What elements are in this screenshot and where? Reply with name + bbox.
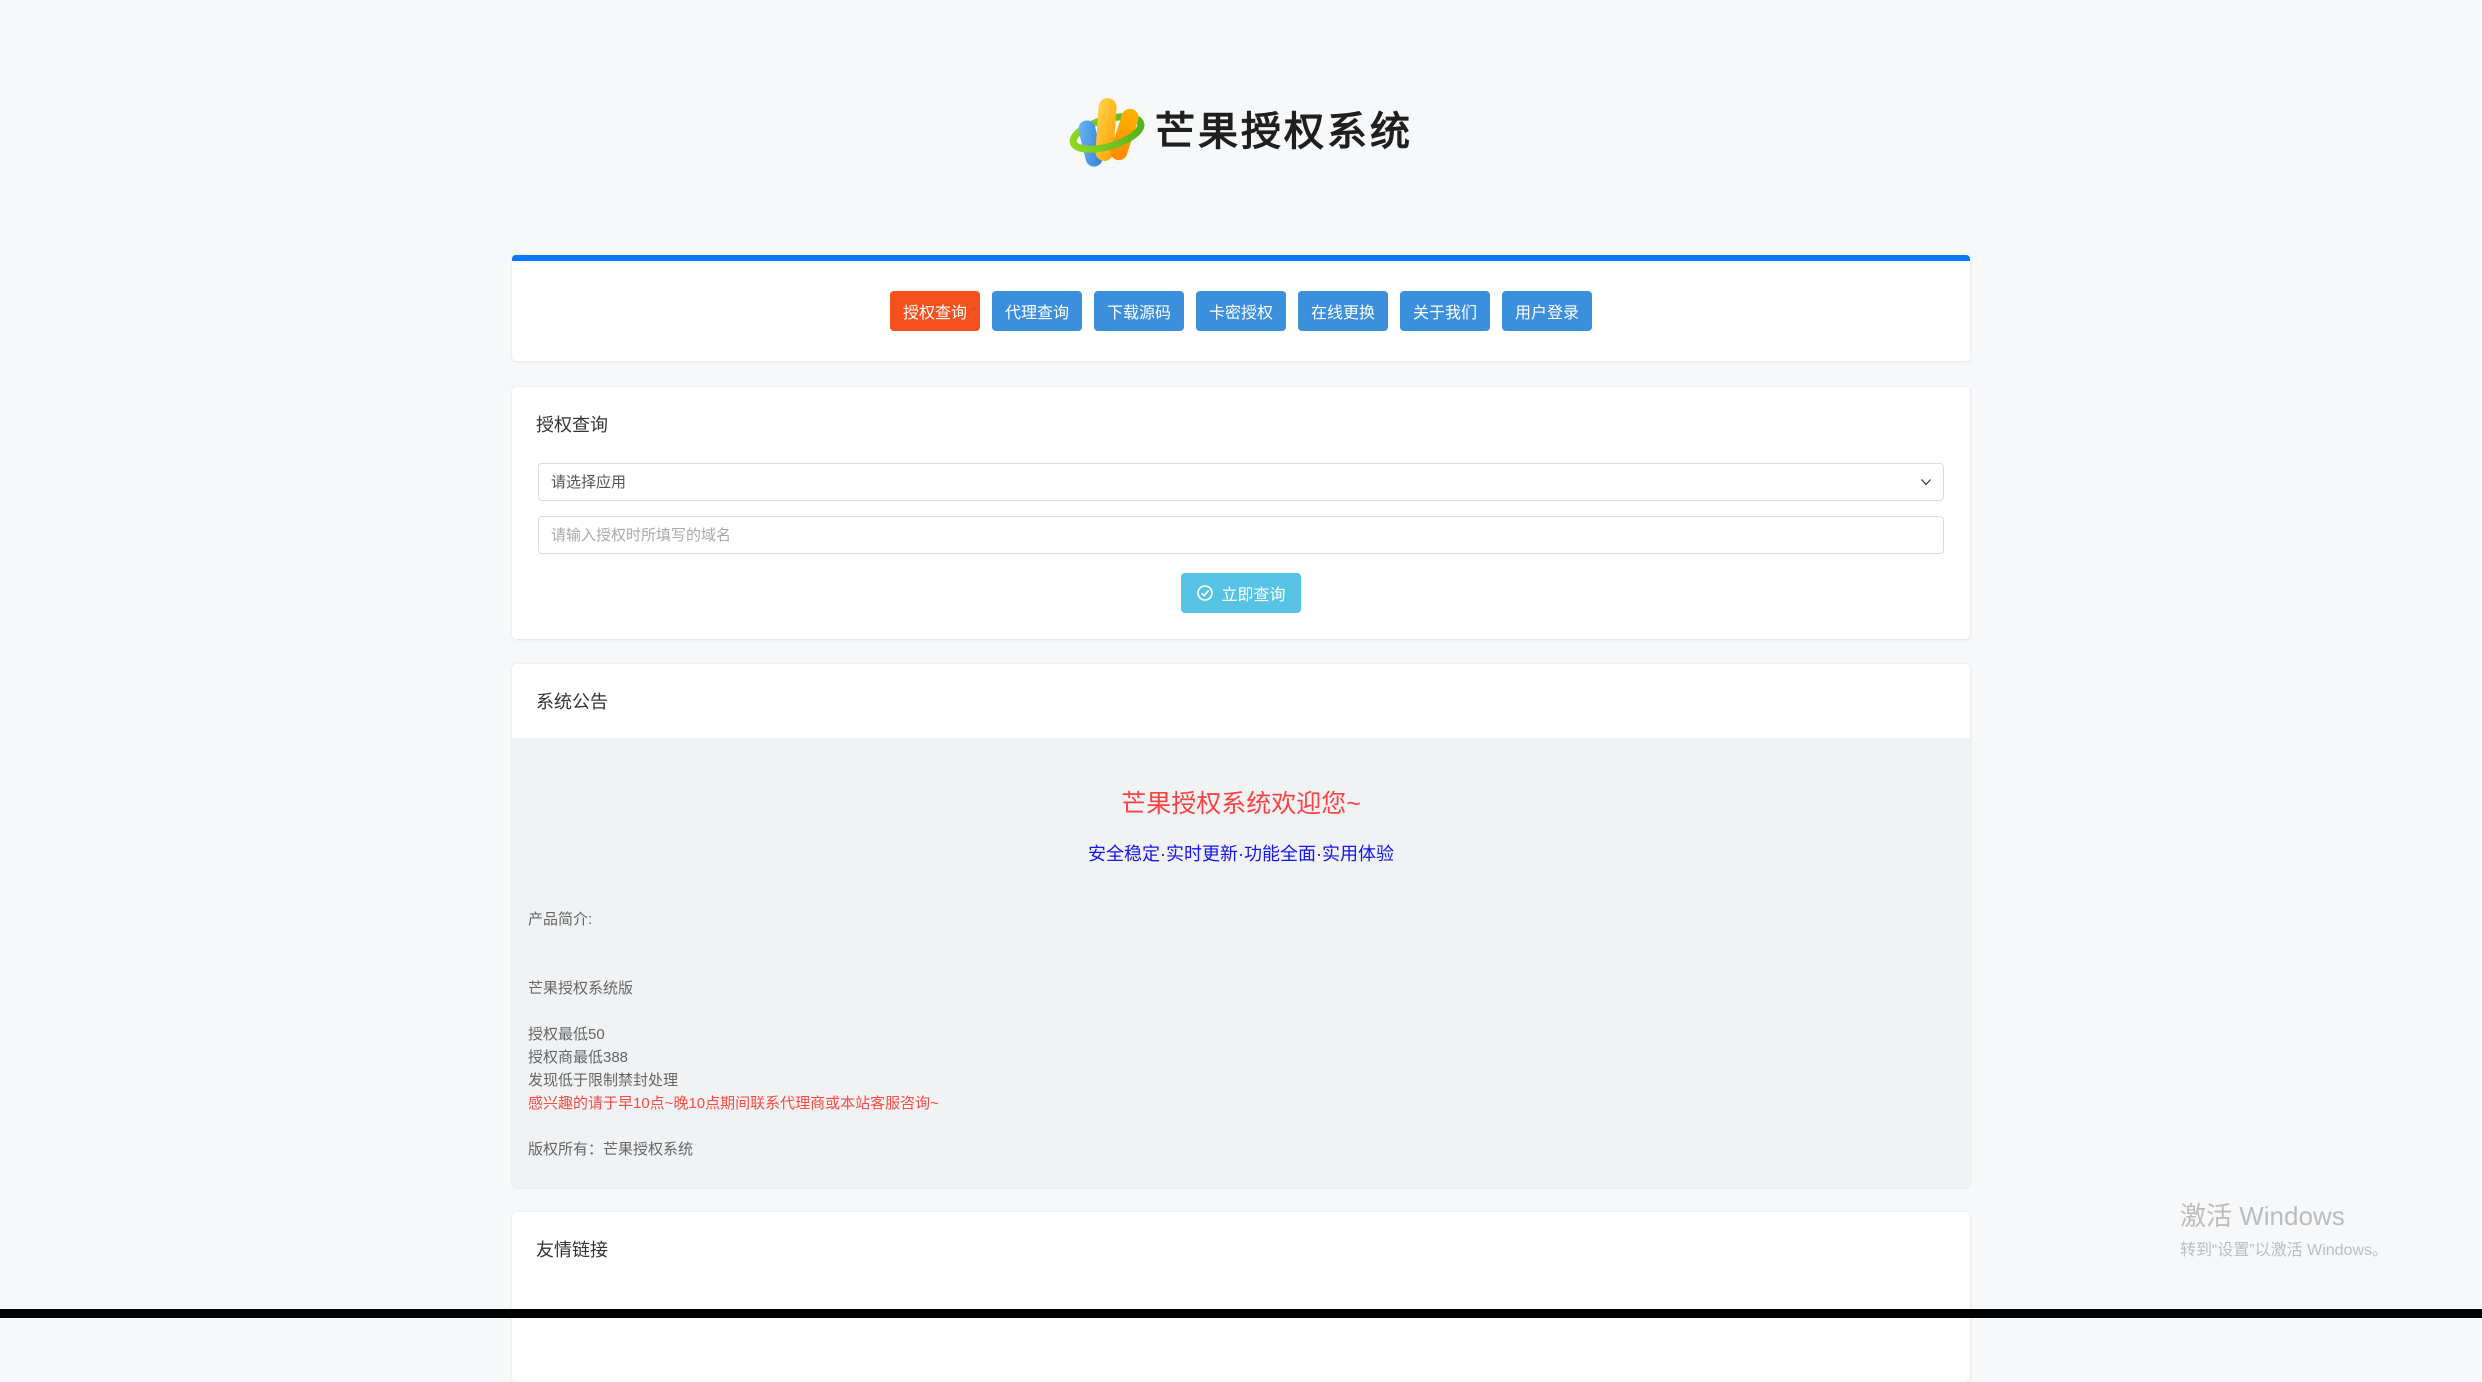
announcement-subtitle-text: 安全稳定·实时更新·功能全面·实用体验 [1088, 844, 1394, 864]
watermark-title: 激活 Windows [2180, 1201, 2345, 1231]
nav-button-authorization-query[interactable]: 授权查询 [889, 291, 980, 331]
check-circle-icon [1197, 585, 1214, 601]
app-select-wrap: 请选择应用 [538, 463, 1944, 501]
announcement-line: 芒果授权系统版 [528, 980, 634, 997]
query-form: 请选择应用 立即查询 [512, 461, 1970, 639]
nav-button-online-change[interactable]: 在线更换 [1298, 291, 1389, 331]
announcement-line-notice: 感兴趣的请于早10点~晚10点期间联系代理商或本站客服咨询~ [528, 1095, 939, 1112]
mango-m-logo-icon [1069, 97, 1145, 167]
query-submit-button[interactable]: 立即查询 [1181, 573, 1301, 613]
nav-button-download-source[interactable]: 下载源码 [1093, 291, 1184, 331]
app-select[interactable]: 请选择应用 [538, 463, 1944, 501]
announcement-card-title: 系统公告 [536, 692, 608, 712]
query-submit-label: 立即查询 [1221, 587, 1286, 604]
authorization-query-card: 授权查询 请选择应用 立即查询 [512, 387, 1970, 639]
system-announcement-card: 系统公告 芒果授权系统欢迎您~ 安全稳定·实时更新·功能全面·实用体验 产品简介… [512, 664, 1970, 1187]
nav-button-user-login[interactable]: 用户登录 [1502, 291, 1593, 331]
nav-button-card-key-auth[interactable]: 卡密授权 [1195, 291, 1286, 331]
windows-activation-watermark: 激活 Windows 转到“设置”以激活 Windows。 [2180, 1200, 2388, 1260]
announcement-line: 授权商最低388 [528, 1049, 629, 1066]
domain-input[interactable] [538, 516, 1944, 554]
announcement-body: 芒果授权系统欢迎您~ 安全稳定·实时更新·功能全面·实用体验 产品简介: 芒果授… [512, 738, 1970, 1187]
site-logo: 芒果授权系统 [1069, 87, 1413, 169]
site-title: 芒果授权系统 [1155, 108, 1413, 154]
announcement-line: 发现低于限制禁封处理 [528, 1072, 679, 1089]
announcement-line [528, 931, 1954, 954]
announcement-line-copyright: 版权所有：芒果授权系统 [528, 1141, 694, 1158]
bottom-edge-bar [0, 1309, 2482, 1318]
nav-button-agent-query[interactable]: 代理查询 [991, 291, 1082, 331]
main-container: 授权查询 代理查询 下载源码 卡密授权 在线更换 关于我们 用户登录 授权查询 … [512, 255, 1970, 1382]
submit-row: 立即查询 [538, 573, 1944, 613]
announcement-line: 授权最低50 [528, 1026, 605, 1043]
nav-bar: 授权查询 代理查询 下载源码 卡密授权 在线更换 关于我们 用户登录 [512, 255, 1970, 361]
watermark-subtitle: 转到“设置”以激活 Windows。 [2180, 1242, 2389, 1259]
announcement-line [528, 954, 1954, 977]
page-header: 芒果授权系统 [0, 0, 2482, 255]
links-card-title: 友情链接 [536, 1240, 608, 1260]
announcement-line [528, 1000, 1954, 1023]
friendship-links-card: 友情链接 [512, 1212, 1970, 1382]
announcement-line [528, 1115, 1954, 1138]
announcement-line: 产品简介: [528, 911, 593, 928]
query-card-title: 授权查询 [536, 415, 608, 435]
announcement-welcome-text: 芒果授权系统欢迎您~ [1121, 790, 1361, 818]
nav-button-about-us[interactable]: 关于我们 [1400, 291, 1491, 331]
